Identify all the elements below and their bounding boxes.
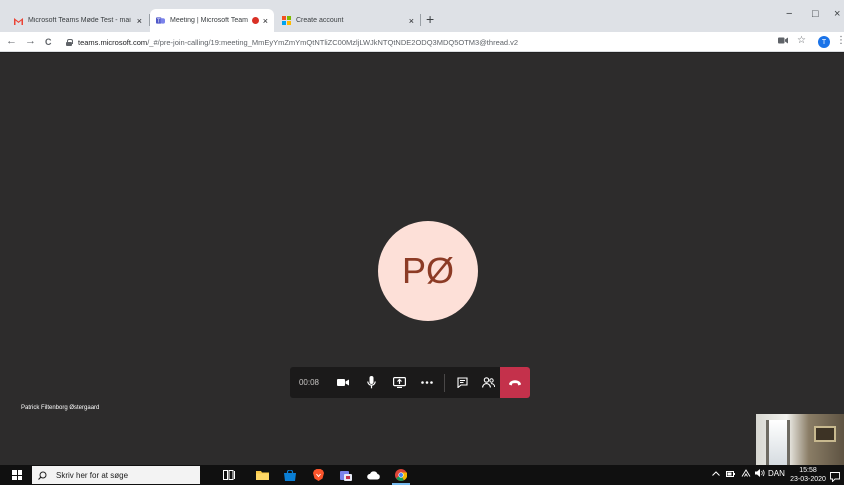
forward-button[interactable]: → [25,35,36,48]
url-path: /_#/pre-join-calling/19:meeting_MmEyYmZm… [147,37,519,47]
taskbar-search-box[interactable]: Skriv her for at søge [32,466,200,484]
tab-gmail[interactable]: Microsoft Teams Møde Test - mai × [8,9,148,32]
browser-toolbar: ← → C teams.microsoft.com/_#/pre-join-ca… [0,32,844,52]
meeting-stage: PØ 00:08 Patrick Filtenborg Østergaard [0,53,844,466]
controls-separator [444,373,445,392]
task-view-icon[interactable] [222,468,236,482]
camera-toggle-button[interactable] [332,367,354,398]
video-window-frame [766,420,790,466]
participant-name: Patrick Filtenborg Østergaard [21,405,100,411]
close-tab-icon[interactable]: × [263,16,268,26]
photos-app-icon[interactable] [339,468,353,482]
share-screen-icon [392,377,406,388]
input-language[interactable]: DAN [768,469,785,478]
close-tab-icon[interactable]: × [409,16,414,26]
camera-in-use-icon[interactable] [778,36,788,47]
profile-avatar[interactable]: T [818,36,830,48]
hang-up-icon [509,380,521,386]
participant-avatar: PØ [378,221,478,321]
bookmark-star-icon[interactable]: ☆ [797,35,806,46]
chat-toggle-button[interactable] [451,367,473,398]
svg-text:T: T [156,19,161,25]
cloud-app-icon[interactable] [366,468,380,482]
close-window-button[interactable]: × [834,8,840,20]
maximize-button[interactable]: □ [812,8,819,20]
more-options-button[interactable] [416,367,438,398]
microphone-icon [366,376,376,389]
brave-browser-icon[interactable] [311,468,325,482]
share-screen-button[interactable] [388,367,410,398]
tab-separator [420,14,421,26]
battery-icon[interactable] [726,470,735,479]
browser-tab-strip: Microsoft Teams Møde Test - mai × T Meet… [0,0,844,32]
minimize-button[interactable]: − [786,8,792,20]
close-tab-icon[interactable]: × [137,16,142,26]
call-timer: 00:08 [298,378,320,387]
wifi-icon[interactable] [741,469,751,479]
clock-date: 23-03-2020 [790,476,826,483]
microsoft-icon [282,16,291,25]
address-bar[interactable]: teams.microsoft.com/_#/pre-join-calling/… [66,34,786,50]
more-options-icon [421,381,433,384]
call-controls-bar: 00:08 [290,367,530,398]
show-hidden-icons-icon[interactable] [712,469,720,478]
participants-toggle-button[interactable] [477,367,499,398]
back-button[interactable]: ← [6,35,17,48]
browser-menu-icon[interactable]: ⋮ [836,35,844,46]
chat-icon [456,377,468,388]
new-tab-button[interactable]: + [426,12,434,26]
taskbar-clock[interactable]: 15:58 23-03-2020 [790,466,826,484]
tab-create-account[interactable]: Create account × [276,9,420,32]
gmail-icon [14,16,23,25]
video-picture-frame [814,426,836,442]
chrome-icon[interactable] [392,468,410,485]
reload-button[interactable]: C [45,36,52,49]
clock-time: 15:58 [799,467,817,474]
camera-icon [337,379,349,386]
url-host: teams.microsoft.com [78,37,148,47]
file-explorer-icon[interactable] [255,468,269,482]
search-icon [38,471,47,480]
recording-indicator-icon [251,17,259,24]
participants-icon [481,377,495,388]
tab-teams-meeting[interactable]: T Meeting | Microsoft Teams × [150,9,274,32]
lock-icon [66,38,73,46]
store-icon[interactable] [283,468,297,482]
volume-icon[interactable] [755,469,765,479]
windows-start-icon[interactable] [12,470,22,480]
notification-center-icon[interactable] [830,469,840,485]
windows-taskbar: Skriv her for at søge DAN 15:58 23-03-20… [0,465,844,485]
teams-icon: T [156,16,165,25]
self-view-video[interactable] [756,414,844,466]
search-placeholder: Skriv her for at søge [56,470,129,480]
hang-up-button[interactable] [500,367,530,398]
mic-toggle-button[interactable] [360,367,382,398]
